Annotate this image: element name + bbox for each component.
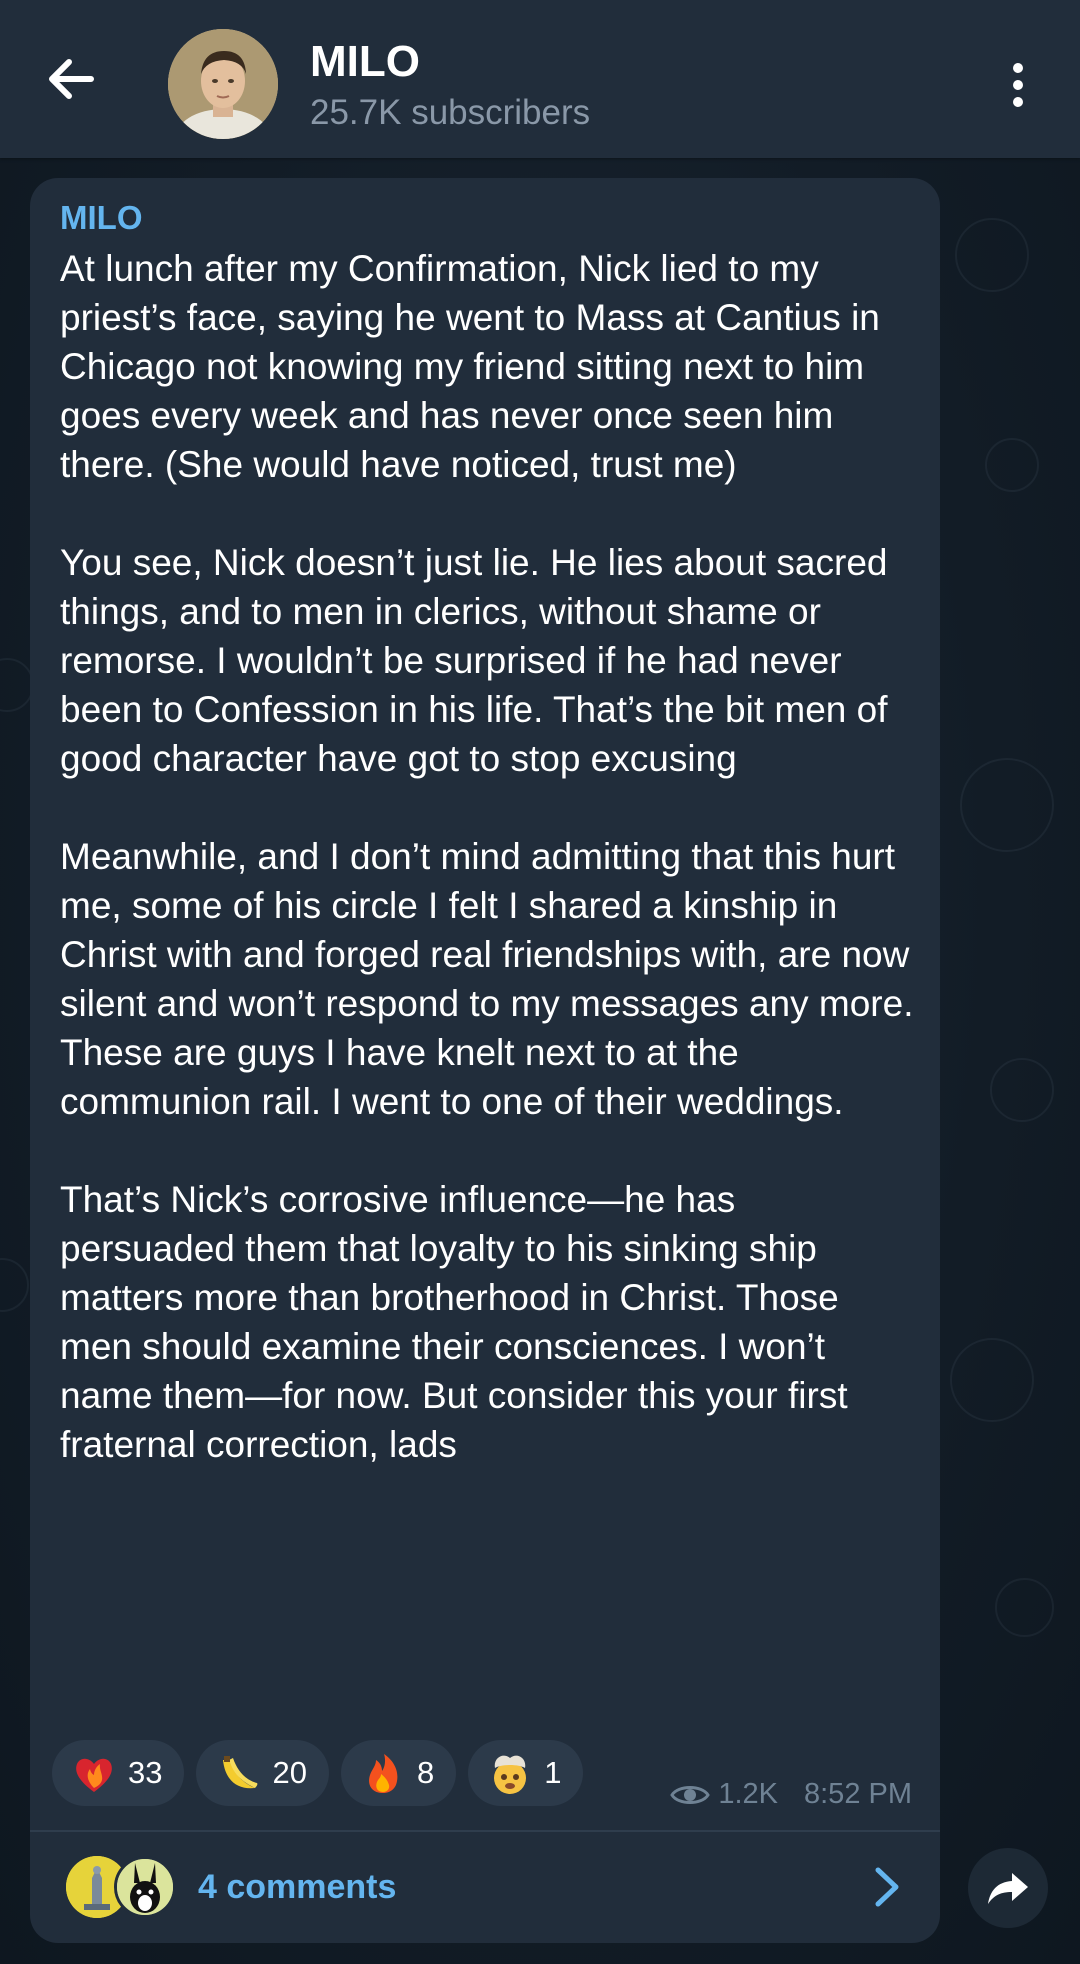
reaction-count: 20 [272, 1755, 307, 1790]
rabbit-image [117, 1859, 173, 1915]
channel-header: MILO 25.7K subscribers [0, 0, 1080, 158]
reaction-count: 33 [128, 1755, 163, 1790]
fire-icon [359, 1749, 407, 1797]
message-meta: 1.2K 8:52 PM [670, 1778, 912, 1811]
more-options-button[interactable] [990, 50, 1046, 120]
menu-dot [1013, 63, 1023, 73]
eye-icon [670, 1785, 711, 1804]
sender-name[interactable]: MILO [60, 198, 142, 238]
menu-dot [1013, 97, 1023, 107]
heart-on-fire-icon [70, 1749, 118, 1797]
arrow-left-icon [49, 59, 94, 99]
reaction-count: 1 [544, 1755, 562, 1790]
chevron-right-icon [866, 1864, 906, 1910]
channel-title[interactable]: MILO [310, 36, 420, 88]
subscriber-count: 25.7K subscribers [310, 93, 591, 132]
reaction-count: 8 [416, 1755, 435, 1790]
exploding-head-icon [486, 1749, 534, 1797]
menu-dot [1013, 80, 1023, 90]
reaction-heart-on-fire[interactable]: 33 [52, 1740, 185, 1806]
banana-icon [214, 1749, 262, 1797]
channel-avatar[interactable] [168, 29, 278, 139]
reaction-fire[interactable]: 8 [340, 1740, 457, 1806]
share-arrow-icon [988, 1873, 1028, 1904]
view-count: 1.2K [718, 1778, 778, 1810]
message-text: At lunch after my Confirmation, Nick lie… [60, 248, 914, 1465]
message-time: 8:52 PM [804, 1778, 912, 1810]
message-bubble[interactable]: MILO At lunch after my Confirmation, Nic… [30, 178, 940, 1943]
reaction-banana[interactable]: 20 [196, 1740, 329, 1806]
comments-button[interactable]: 4 comments [30, 1832, 940, 1943]
back-button[interactable] [36, 44, 106, 114]
comments-count: 4 comments [198, 1868, 397, 1906]
reaction-exploding-head[interactable]: 1 [468, 1740, 584, 1806]
reactions-bar: 33 20 8 1 [52, 1740, 584, 1806]
share-button[interactable] [968, 1848, 1048, 1928]
portrait-image [168, 29, 278, 139]
commenter-avatar [114, 1856, 176, 1918]
